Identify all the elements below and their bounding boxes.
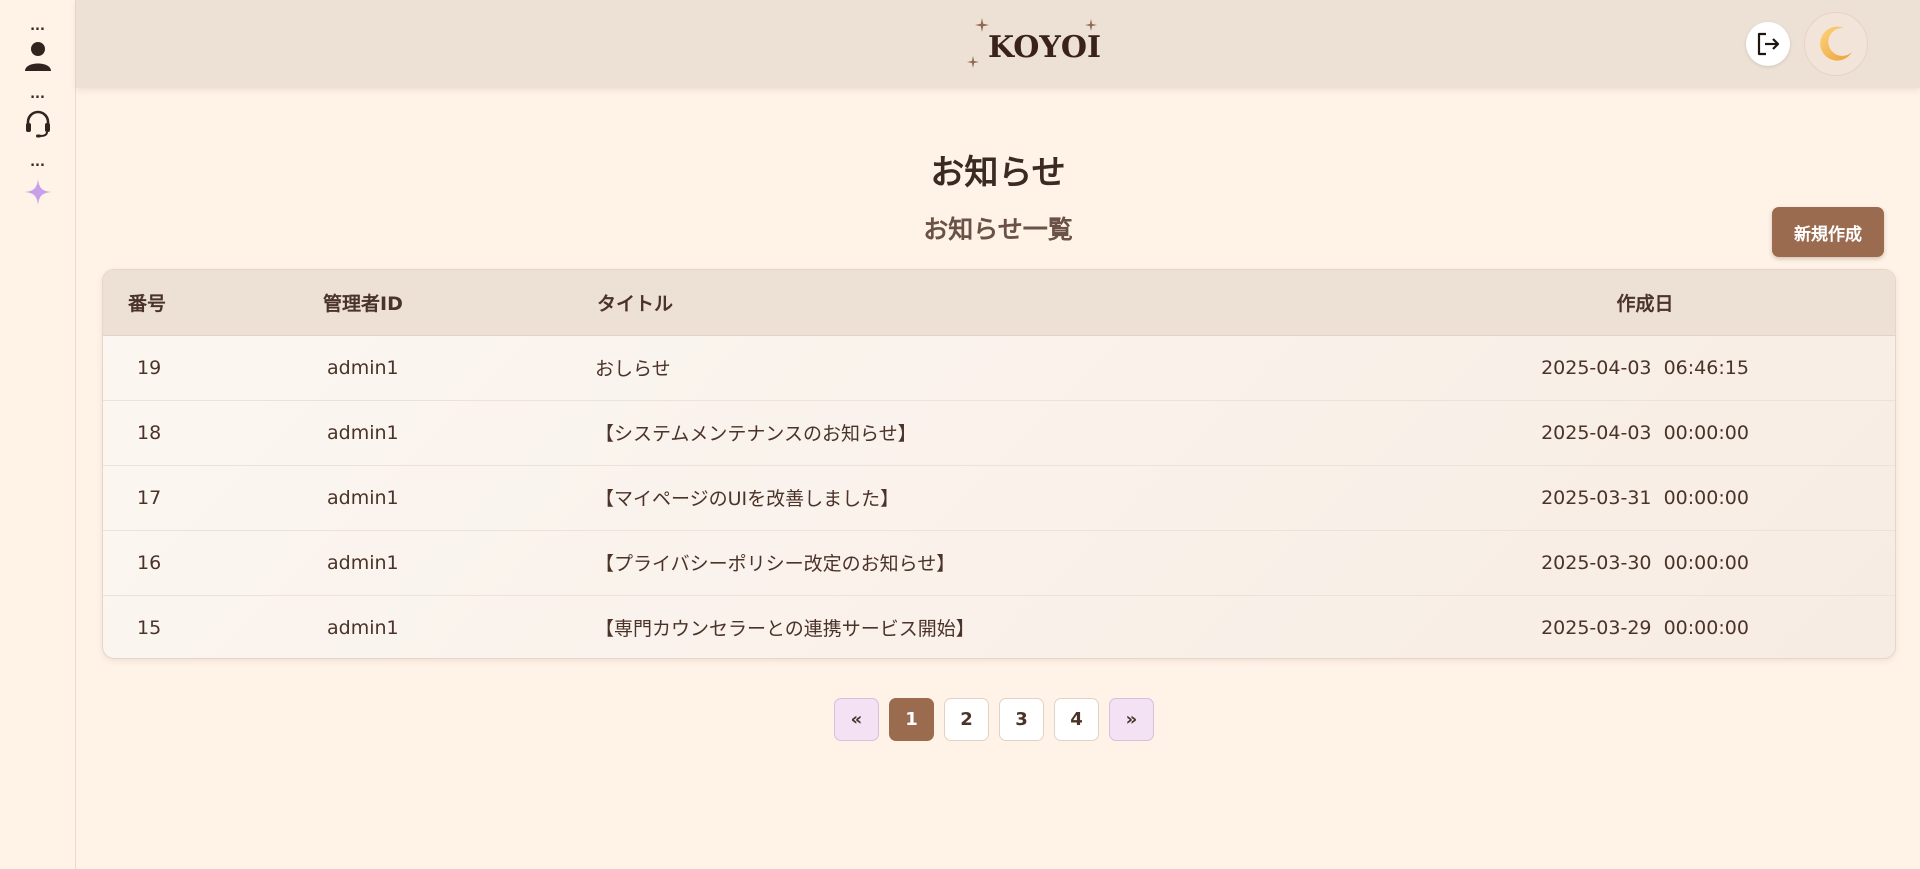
pagination: « 1 2 3 4 » bbox=[834, 698, 1154, 741]
cell-title[interactable]: 【専門カウンセラーとの連携サービス開始】 bbox=[595, 595, 1395, 658]
pagination-page-2[interactable]: 2 bbox=[944, 698, 989, 741]
cell-created: 2025-03-29 00:00:00 bbox=[1541, 616, 1749, 639]
sidebar-item-profile[interactable]: ... bbox=[20, 20, 56, 74]
sidebar: ... ... ... bbox=[0, 0, 76, 869]
cell-admin-id: admin1 bbox=[327, 551, 399, 574]
sparkle-icon bbox=[20, 174, 56, 210]
logout-icon bbox=[1757, 32, 1780, 56]
column-header-title: タイトル bbox=[595, 270, 1395, 336]
cell-title[interactable]: 【プライバシーポリシー改定のお知らせ】 bbox=[595, 530, 1395, 595]
user-icon bbox=[20, 38, 56, 74]
cell-number: 19 bbox=[137, 356, 162, 379]
cell-title[interactable]: おしらせ bbox=[595, 335, 1395, 400]
theme-toggle-button[interactable] bbox=[1804, 12, 1868, 76]
cell-admin-id: admin1 bbox=[327, 356, 399, 379]
pagination-next-button[interactable]: » bbox=[1109, 698, 1154, 741]
table-row[interactable]: 15 admin1 【専門カウンセラーとの連携サービス開始】 2025-03-2… bbox=[103, 595, 1895, 658]
pagination-prev-button[interactable]: « bbox=[834, 698, 879, 741]
cell-admin-id: admin1 bbox=[327, 421, 399, 444]
cell-number: 15 bbox=[137, 616, 162, 639]
sidebar-item-sparkle[interactable]: ... bbox=[20, 156, 56, 210]
column-header-number: 番号 bbox=[103, 270, 323, 336]
logout-button[interactable] bbox=[1746, 22, 1790, 66]
sidebar-item-dots: ... bbox=[30, 87, 45, 102]
table-row[interactable]: 16 admin1 【プライバシーポリシー改定のお知らせ】 2025-03-30… bbox=[103, 530, 1895, 595]
table-row[interactable]: 17 admin1 【マイページのUIを改善しました】 2025-03-31 0… bbox=[103, 465, 1895, 530]
crescent-moon-icon bbox=[1820, 26, 1852, 61]
sidebar-item-dots: ... bbox=[30, 19, 45, 34]
table-row[interactable]: 18 admin1 【システムメンテナンスのお知らせ】 2025-04-03 0… bbox=[103, 400, 1895, 465]
table-row[interactable]: 19 admin1 おしらせ 2025-04-03 06:46:15 bbox=[103, 335, 1895, 400]
cell-number: 17 bbox=[137, 486, 162, 509]
cell-created: 2025-03-30 00:00:00 bbox=[1541, 551, 1749, 574]
table-header-row: 番号 管理者ID タイトル 作成日 bbox=[103, 270, 1895, 336]
headset-icon bbox=[20, 106, 56, 142]
pagination-page-3[interactable]: 3 bbox=[999, 698, 1044, 741]
cell-number: 16 bbox=[137, 551, 162, 574]
pagination-page-4[interactable]: 4 bbox=[1054, 698, 1099, 741]
cell-created: 2025-04-03 00:00:00 bbox=[1541, 421, 1749, 444]
new-notice-button[interactable]: 新規作成 bbox=[1772, 207, 1884, 257]
cell-title[interactable]: 【システムメンテナンスのお知らせ】 bbox=[595, 400, 1395, 465]
cell-number: 18 bbox=[137, 421, 162, 444]
column-header-created: 作成日 bbox=[1395, 270, 1895, 336]
cell-admin-id: admin1 bbox=[327, 486, 399, 509]
page-subtitle: お知らせ一覧 bbox=[923, 215, 1073, 244]
page-title: お知らせ bbox=[930, 153, 1066, 193]
notice-table: 番号 管理者ID タイトル 作成日 19 admin1 おしらせ 2025-04… bbox=[102, 269, 1896, 659]
cell-admin-id: admin1 bbox=[327, 616, 399, 639]
cell-created: 2025-04-03 06:46:15 bbox=[1541, 356, 1749, 379]
koyoi-logo[interactable]: KOYOI bbox=[966, 16, 1106, 76]
sidebar-item-support[interactable]: ... bbox=[20, 88, 56, 142]
sidebar-item-dots: ... bbox=[30, 155, 45, 170]
column-header-admin-id: 管理者ID bbox=[323, 270, 595, 336]
pagination-page-1[interactable]: 1 bbox=[889, 698, 934, 741]
cell-title[interactable]: 【マイページのUIを改善しました】 bbox=[595, 465, 1395, 530]
logo-text: KOYOI bbox=[988, 30, 1101, 65]
cell-created: 2025-03-31 00:00:00 bbox=[1541, 486, 1749, 509]
top-header: KOYOI bbox=[76, 0, 1920, 88]
